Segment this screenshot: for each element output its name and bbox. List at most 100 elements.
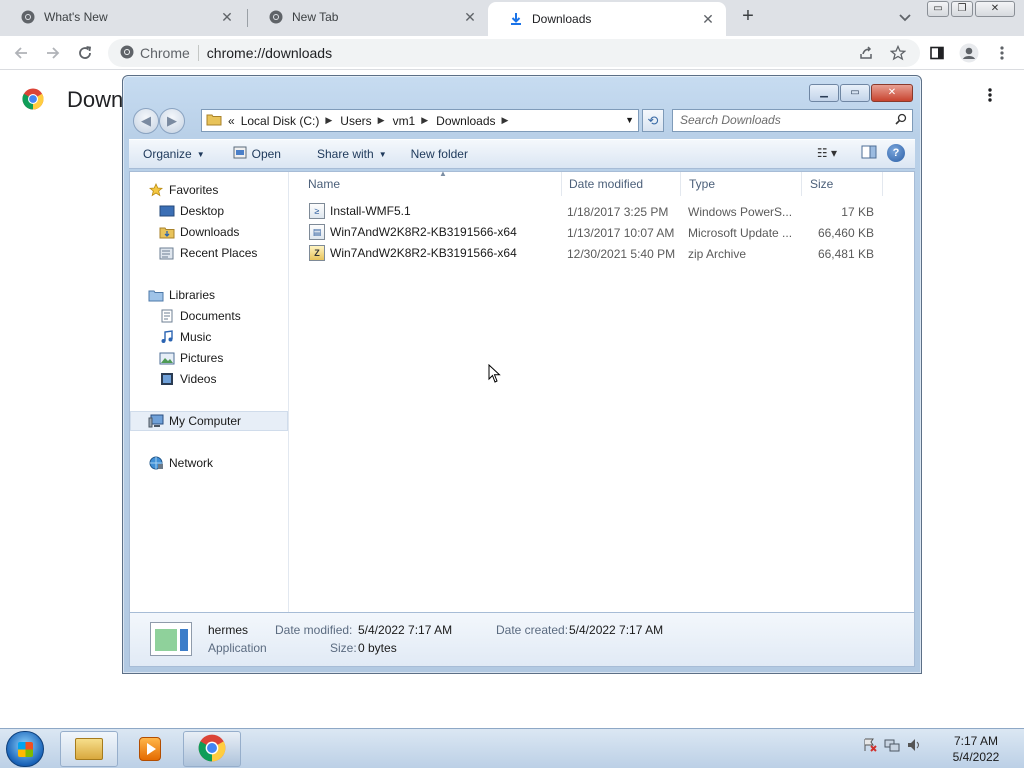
explorer-refresh-icon[interactable]: ⟲ [642, 109, 664, 132]
star-icon [148, 183, 164, 197]
videos-icon [159, 372, 175, 386]
view-options-icon[interactable]: ☷ ▾ [817, 146, 837, 160]
browser-toolbar: Chrome chrome://downloads [0, 36, 1024, 70]
nav-recent-places[interactable]: Recent Places [130, 243, 288, 263]
breadcrumb-chevron-icon[interactable]: ▶ [378, 115, 385, 126]
search-icon[interactable] [895, 111, 907, 132]
clock-time: 7:17 AM [953, 734, 999, 748]
nav-my-computer[interactable]: My Computer [130, 411, 288, 431]
breadcrumb-local-disk[interactable]: Local Disk (C:) [241, 114, 320, 128]
file-row[interactable]: ≥ Install-WMF5.1 1/18/2017 3:25 PM Windo… [301, 202, 881, 222]
breadcrumb-chevron-icon[interactable]: ▶ [421, 115, 428, 126]
breadcrumb-downloads[interactable]: Downloads [436, 114, 495, 128]
new-tab-button[interactable]: + [737, 6, 759, 28]
restore-button[interactable]: ❐ [951, 1, 973, 17]
share-icon[interactable] [855, 42, 877, 64]
sort-ascending-icon: ▲ [439, 169, 447, 178]
column-header-type[interactable]: Type [682, 172, 802, 196]
reload-icon[interactable] [74, 42, 96, 64]
nav-label: Music [180, 330, 212, 344]
downloads-folder-icon [159, 225, 175, 239]
bookmark-star-icon[interactable] [887, 42, 909, 64]
new-folder-button[interactable]: New folder [411, 147, 468, 161]
tab-title: New Tab [292, 10, 339, 24]
nav-network[interactable]: Network [130, 453, 288, 473]
selected-item-kind: Application [208, 641, 267, 655]
taskbar-media-player[interactable] [121, 731, 179, 767]
nav-label: Libraries [169, 288, 216, 302]
explorer-command-bar: Organize ▼ Open Share with ▼ New folder ☷ … [129, 139, 915, 169]
side-panel-icon[interactable] [926, 42, 948, 64]
taskbar-clock[interactable]: 7:17 AM 5/4/2022 [936, 733, 1016, 765]
share-with-button[interactable]: Share with ▼ [317, 147, 387, 161]
url-text[interactable]: chrome://downloads [207, 45, 332, 61]
organize-button[interactable]: Organize ▼ [143, 147, 205, 161]
column-header-size[interactable]: Size [803, 172, 883, 196]
tab-close-icon[interactable]: ✕ [700, 11, 716, 27]
open-label: Open [251, 147, 281, 161]
explorer-address-bar[interactable]: « Local Disk (C:) ▶ Users ▶ vm1 ▶ Downlo… [201, 109, 639, 132]
address-bar[interactable]: Chrome chrome://downloads [108, 39, 920, 67]
tab-downloads[interactable]: Downloads ✕ [488, 2, 726, 36]
breadcrumb-overflow[interactable]: « [228, 114, 235, 128]
date-modified-value: 5/4/2022 7:17 AM [358, 623, 453, 637]
profile-avatar-icon[interactable] [958, 42, 980, 64]
breadcrumb-users[interactable]: Users [340, 114, 371, 128]
nav-desktop[interactable]: Desktop [130, 201, 288, 221]
nav-music[interactable]: Music [130, 327, 288, 347]
kebab-menu-icon[interactable] [991, 42, 1013, 64]
nav-favorites[interactable]: Favorites [130, 180, 288, 200]
forward-arrow-icon[interactable] [42, 42, 64, 64]
close-button[interactable]: ✕ [975, 1, 1015, 17]
column-header-date-modified[interactable]: Date modified [561, 172, 681, 196]
nav-label: Documents [180, 309, 241, 323]
explorer-maximize-button[interactable]: ▭ [840, 84, 870, 102]
chrome-icon [20, 9, 36, 25]
file-name: Install-WMF5.1 [330, 204, 411, 218]
nav-documents[interactable]: Documents [130, 306, 288, 326]
preview-pane-icon[interactable] [861, 145, 877, 162]
share-with-label: Share with [316, 147, 374, 161]
chevron-down-icon[interactable] [896, 8, 914, 26]
search-placeholder: Search Downloads [680, 113, 781, 127]
taskbar-chrome[interactable] [183, 731, 241, 767]
action-center-flag-icon[interactable] [862, 737, 878, 756]
file-row[interactable]: ▤ Win7AndW2K8R2-KB3191566-x64 1/13/2017 … [301, 223, 881, 243]
file-size: 66,481 KB [817, 247, 874, 261]
nav-downloads[interactable]: Downloads [130, 222, 288, 242]
start-button[interactable] [6, 731, 44, 767]
breadcrumb-chevron-icon[interactable]: ▶ [502, 115, 509, 126]
nav-pictures[interactable]: Pictures [130, 348, 288, 368]
address-dropdown-icon[interactable]: ▼ [625, 115, 634, 125]
help-icon[interactable]: ? [887, 144, 905, 162]
open-button[interactable]: Open [233, 146, 281, 162]
network-tray-icon[interactable] [884, 737, 900, 756]
nav-libraries[interactable]: Libraries [130, 285, 288, 305]
explorer-back-button[interactable]: ◀ [133, 108, 159, 134]
date-modified-label: Date modified: [275, 623, 353, 637]
tab-close-icon[interactable]: ✕ [219, 9, 235, 25]
nav-videos[interactable]: Videos [130, 369, 288, 389]
explorer-search-input[interactable]: Search Downloads [672, 109, 913, 132]
dropdown-arrow-icon: ▼ [196, 149, 205, 159]
explorer-close-button[interactable]: ✕ [871, 84, 913, 102]
tab-new-tab[interactable]: New Tab ✕ [248, 0, 488, 34]
volume-icon[interactable] [906, 737, 922, 756]
size-value: 0 bytes [358, 641, 397, 655]
column-header-name[interactable]: Name ▲ [301, 169, 563, 196]
breadcrumb-vm1[interactable]: vm1 [393, 114, 416, 128]
tab-whats-new[interactable]: What's New ✕ [0, 0, 245, 34]
downloads-menu-icon[interactable] [980, 87, 1000, 111]
taskbar-explorer[interactable] [60, 731, 118, 767]
explorer-forward-button[interactable]: ▶ [159, 108, 185, 134]
pictures-icon [159, 351, 175, 365]
minimize-button[interactable]: ▭ [927, 1, 949, 17]
powershell-script-icon: ≥ [309, 203, 325, 219]
back-arrow-icon[interactable] [10, 42, 32, 64]
tab-close-icon[interactable]: ✕ [462, 9, 478, 25]
breadcrumb-chevron-icon[interactable]: ▶ [325, 115, 332, 126]
file-row[interactable]: Z Win7AndW2K8R2-KB3191566-x64 12/30/2021… [301, 244, 881, 264]
nav-label: Favorites [169, 183, 219, 197]
explorer-minimize-button[interactable]: ▁ [809, 84, 839, 102]
file-type: Microsoft Update ... [688, 226, 793, 240]
